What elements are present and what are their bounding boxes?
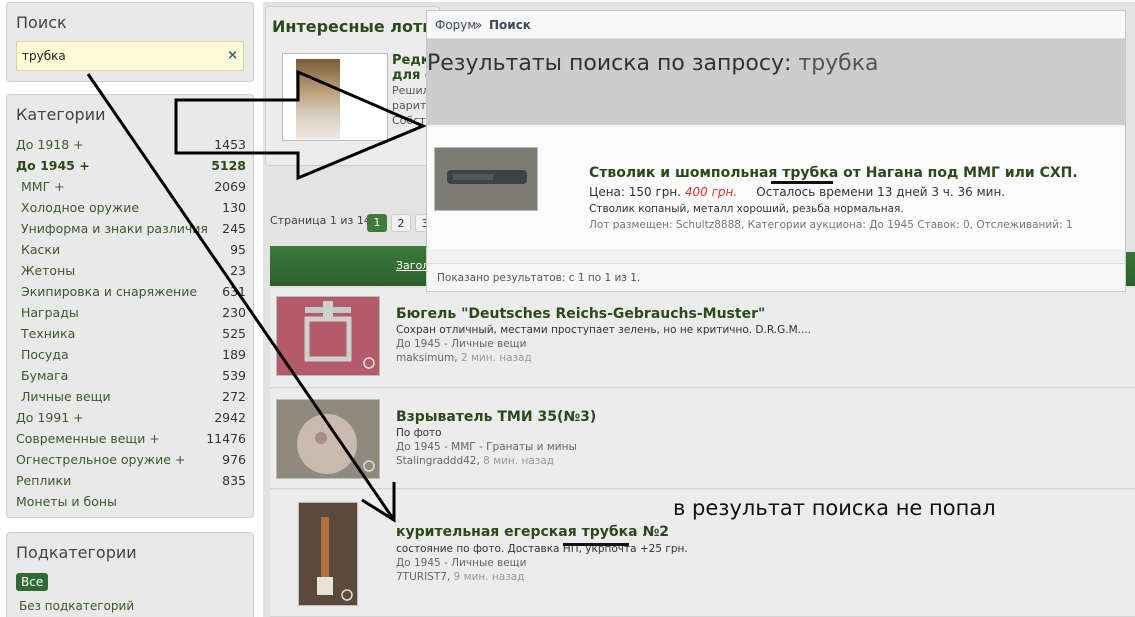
interesting-lots-title: Интересные лоты (272, 17, 437, 36)
category-item[interactable]: Экипировка и снаряжение 631 (16, 282, 246, 303)
clear-icon[interactable]: × (227, 48, 238, 63)
item-thumbnail[interactable] (276, 399, 380, 479)
category-item[interactable]: Жетоны 23 (16, 261, 246, 282)
item-title[interactable]: Бюгель "Deutsches Reichs-Gebrauchs-Muste… (396, 306, 765, 322)
highlight-underline (563, 543, 629, 546)
category-item[interactable]: Холодное оружие 130 (16, 198, 246, 219)
item-title[interactable]: Взрыватель ТМИ 35(№3) (396, 409, 596, 425)
lot-image (296, 59, 340, 139)
category-item[interactable]: Награды 230 (16, 303, 246, 324)
subcategories-panel: Подкатегории Все Без подкатегорий (6, 532, 254, 617)
item-description: По фото (396, 427, 442, 439)
result-title[interactable]: Стволик и шомпольная трубка от Нагана по… (589, 165, 1078, 181)
result-description: Стволик копаный, металл хороший, резьба … (589, 203, 904, 215)
result-price: Цена: 150 грн. 400 грн. Осталось времени… (589, 185, 1006, 199)
categories-title: Категории (16, 105, 106, 124)
breadcrumb-search[interactable]: Поиск (489, 18, 531, 32)
item-description: состояние по фото. Доставка НП, укрпочта… (396, 543, 688, 555)
item-user: maksimum, 2 мин. назад (396, 352, 532, 364)
subcategories-title: Подкатегории (16, 543, 137, 562)
item-photo (277, 297, 379, 375)
item-user: Stalingraddd42, 8 мин. назад (396, 455, 555, 467)
breadcrumb: Форум » Поиск (427, 11, 1125, 39)
category-list: До 1918 +1453 До 1945 +5128 ММГ +2069 Хо… (16, 135, 246, 513)
item-title[interactable]: курительная егерская трубка №2 (396, 524, 669, 540)
background-page-edge (1126, 40, 1135, 252)
annotation-text: в результат поиска не попал (673, 496, 996, 520)
item-photo (277, 400, 379, 478)
result-photo (435, 148, 537, 210)
list-item: Взрыватель ТМИ 35(№3) По фото До 1945 - … (270, 389, 1135, 489)
category-item[interactable]: Реплики 835 (16, 471, 246, 492)
category-item[interactable]: До 1918 +1453 (16, 135, 246, 156)
results-header: Результаты поиска по запросу: трубка (427, 39, 1125, 125)
breadcrumb-separator: » (475, 18, 483, 32)
category-item[interactable]: Каски 95 (16, 240, 246, 261)
interesting-lots-panel: Интересные лоты Редк для с Решил рарите … (265, 6, 440, 166)
list-item: Бюгель "Deutsches Reichs-Gebrauchs-Muste… (270, 288, 1135, 388)
search-input[interactable] (17, 42, 217, 70)
results-count-bar: Показано результатов: с 1 по 1 из 1. (427, 263, 1125, 291)
category-item[interactable]: Бумага 539 (16, 366, 246, 387)
results-count: Показано результатов: с 1 по 1 из 1. (437, 272, 641, 284)
category-item[interactable]: Техника 525 (16, 324, 246, 345)
category-item[interactable]: Огнестрельное оружие +976 (16, 450, 246, 471)
category-item[interactable]: ММГ +2069 (16, 177, 246, 198)
item-photo (299, 503, 357, 605)
highlight-underline (771, 181, 833, 184)
all-subcategories-button[interactable]: Все (16, 573, 49, 591)
item-description: Сохран отличный, местами проступает зеле… (396, 324, 812, 336)
item-category[interactable]: До 1945 - ММГ - Гранаты и мины (396, 441, 577, 453)
forum-search-window: Форум » Поиск Результаты поиска по запро… (426, 10, 1126, 292)
search-title: Поиск (16, 13, 67, 32)
category-item[interactable]: Униформа и знаки различия 245 (16, 219, 246, 240)
results-heading: Результаты поиска по запросу: трубка (427, 51, 879, 76)
item-thumbnail[interactable] (298, 502, 358, 606)
item-user: 7TURIST7, 9 мин. назад (396, 571, 525, 583)
search-result: Стволик и шомпольная трубка от Нагана по… (427, 127, 1125, 249)
breadcrumb-forum[interactable]: Форум (435, 18, 476, 32)
category-item[interactable]: Посуда 189 (16, 345, 246, 366)
category-item[interactable]: Личные вещи 272 (16, 387, 246, 408)
item-thumbnail[interactable] (276, 296, 380, 376)
pager-text: Страница 1 из 147 (270, 214, 378, 227)
categories-panel: Категории До 1918 +1453 До 1945 +5128 ММ… (6, 94, 254, 518)
title-sort-link[interactable]: Загол (396, 259, 429, 272)
result-thumbnail[interactable] (434, 147, 538, 211)
category-item[interactable]: До 1991 +2942 (16, 408, 246, 429)
category-item[interactable]: Современные вещи +11476 (16, 429, 246, 450)
page-2-button[interactable]: 2 (391, 214, 411, 232)
page-1-button[interactable]: 1 (367, 214, 387, 232)
category-item[interactable]: Монеты и боны (16, 492, 246, 513)
category-item-selected[interactable]: До 1945 +5128 (16, 156, 246, 177)
item-category[interactable]: До 1945 - Личные вещи (396, 338, 526, 350)
item-category[interactable]: До 1945 - Личные вещи (396, 557, 526, 569)
no-subcategories-link[interactable]: Без подкатегорий (19, 599, 134, 613)
search-box: × (16, 41, 244, 71)
search-panel: Поиск × (6, 2, 254, 82)
result-meta: Лот размещен: Schultz8888, Категории аук… (589, 219, 1073, 231)
